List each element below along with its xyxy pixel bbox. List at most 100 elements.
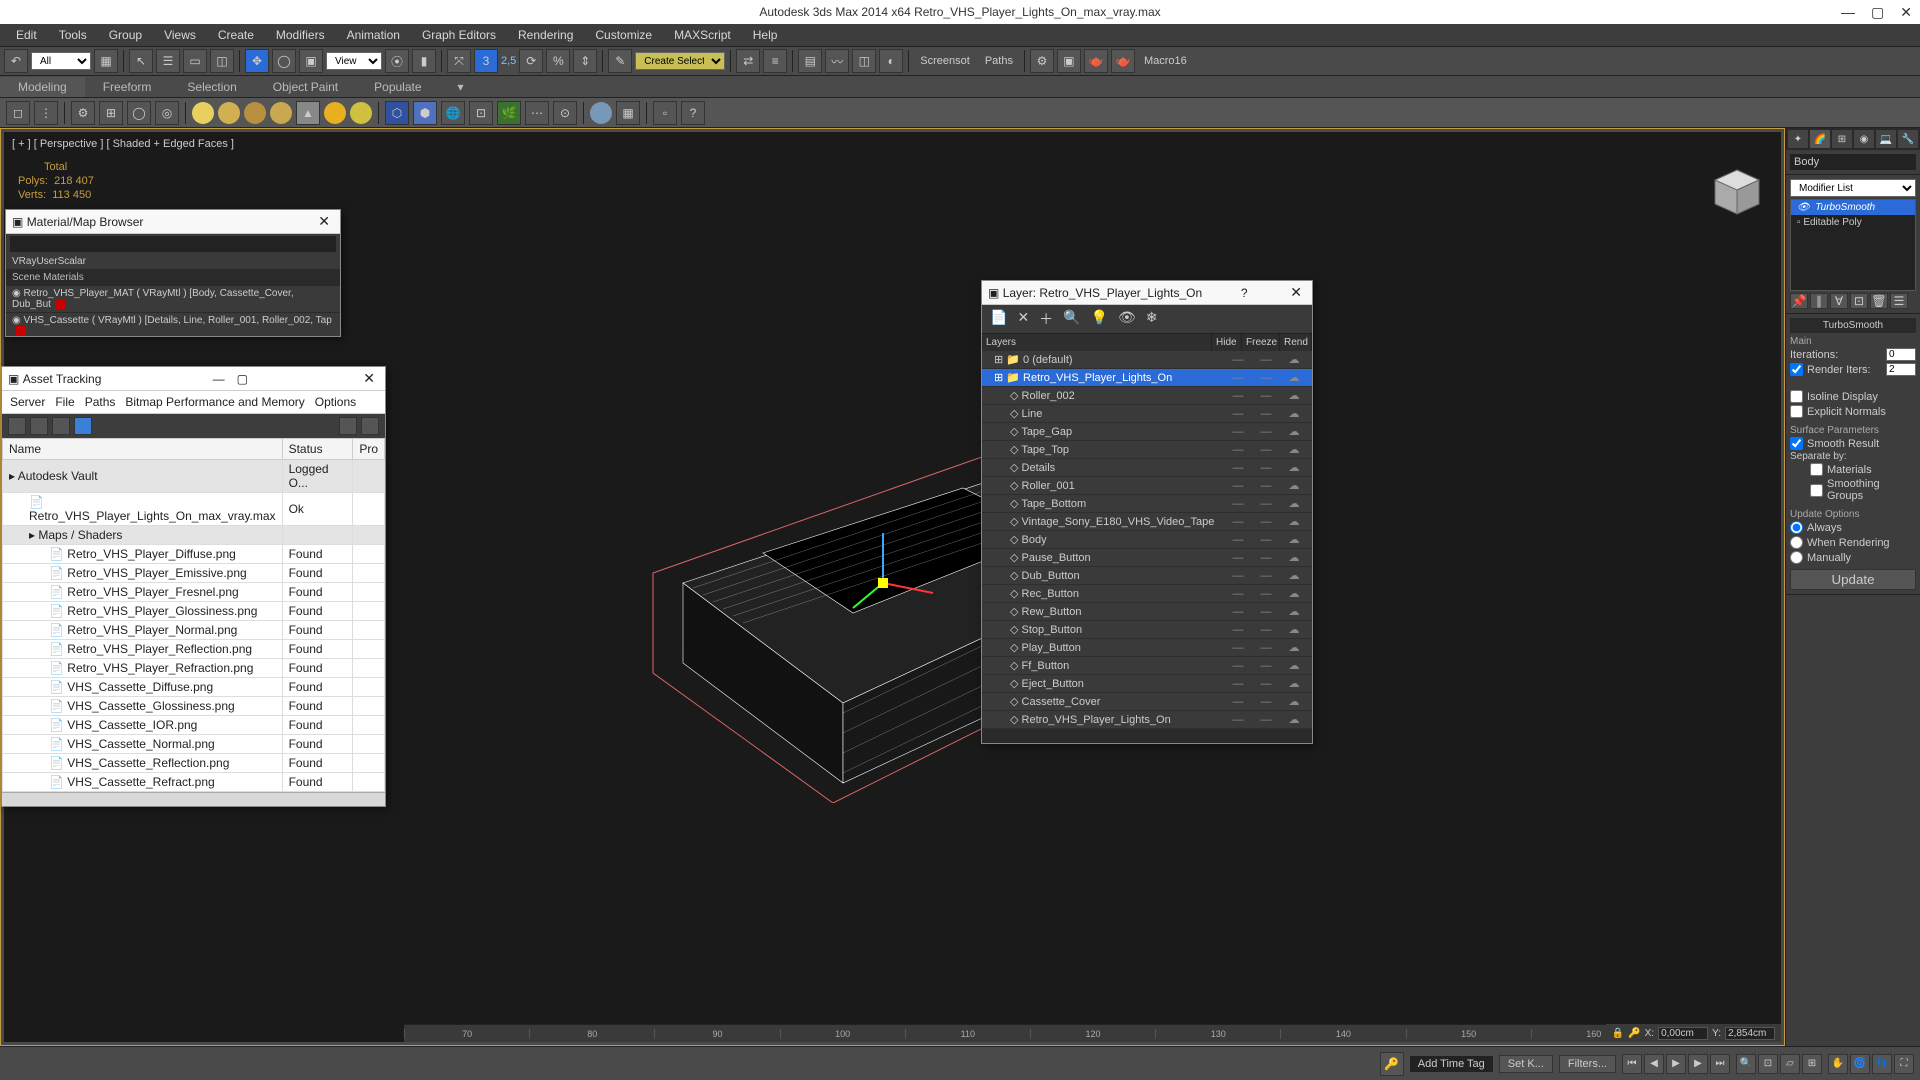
keymode-icon[interactable]: 🔑	[1628, 1028, 1640, 1039]
asset-menu-item[interactable]: Server	[10, 395, 45, 409]
tab-modify-icon[interactable]: 🌈	[1810, 130, 1830, 148]
close-icon[interactable]: ✕	[1900, 4, 1912, 21]
table-row[interactable]: 📄 Retro_VHS_Player_Glossiness.pngFound	[3, 602, 385, 621]
menu-help[interactable]: Help	[743, 26, 788, 44]
spinner-snap-icon[interactable]: ⇕	[573, 49, 597, 73]
coord-x-input[interactable]	[1658, 1027, 1708, 1040]
nav-max-icon[interactable]: ⛶	[1894, 1054, 1914, 1074]
autokey-icon[interactable]: 🔑	[1380, 1052, 1404, 1076]
show-end-icon[interactable]: ∀	[1830, 293, 1848, 309]
col-layers[interactable]: Layers	[982, 334, 1212, 351]
screenshot-button[interactable]: Screensot	[914, 55, 976, 67]
minimize-icon[interactable]: —	[207, 372, 231, 386]
window-cross-icon[interactable]: ◫	[210, 49, 234, 73]
ribbon-dropdown-icon[interactable]: ▾	[440, 77, 482, 97]
material-browser-panel[interactable]: ▣ Material/Map Browser ✕ VRayUserScalar …	[5, 209, 341, 337]
highlight-icon[interactable]: 💡	[1091, 309, 1108, 329]
menu-graph editors[interactable]: Graph Editors	[412, 26, 506, 44]
nav-fov-icon[interactable]: ▱	[1780, 1054, 1800, 1074]
table-row[interactable]: 📄 VHS_Cassette_Diffuse.pngFound	[3, 678, 385, 697]
selection-set-dropdown[interactable]: Create Selection S	[635, 52, 725, 70]
table-row[interactable]: 📄 Retro_VHS_Player_Emissive.pngFound	[3, 564, 385, 583]
add-time-tag[interactable]: Add Time Tag	[1410, 1056, 1493, 1072]
scrollbar[interactable]	[982, 729, 1312, 743]
coord-y-input[interactable]	[1725, 1027, 1775, 1040]
prev-frame-icon[interactable]: ◀	[1644, 1054, 1664, 1074]
select-icon[interactable]: ↖	[129, 49, 153, 73]
layer-row[interactable]: ◇ Stop_Button——☁	[982, 621, 1312, 639]
minimize-icon[interactable]: —	[1841, 4, 1855, 21]
menu-rendering[interactable]: Rendering	[508, 26, 583, 44]
paths-button[interactable]: Paths	[979, 55, 1019, 67]
stack-icon[interactable]: ∥	[1810, 293, 1828, 309]
col-name[interactable]: Name	[3, 439, 283, 460]
update-manual-radio[interactable]	[1790, 551, 1803, 564]
ribbon-object-paint[interactable]: Object Paint	[255, 77, 356, 97]
new-layer-icon[interactable]: 📄	[990, 309, 1007, 329]
at-refresh-icon[interactable]	[339, 417, 357, 435]
render-setup-icon[interactable]: ⚙	[1030, 49, 1054, 73]
layer-row[interactable]: ◇ Ff_Button——☁	[982, 657, 1312, 675]
at-btn-icon[interactable]	[30, 417, 48, 435]
table-row[interactable]: 📄 Retro_VHS_Player_Fresnel.pngFound	[3, 583, 385, 602]
constraint-icon[interactable]: ⊞	[99, 101, 123, 125]
smooth-result-checkbox[interactable]	[1790, 437, 1803, 450]
undo-icon[interactable]: ↶	[4, 49, 28, 73]
btn-icon[interactable]: ▮	[412, 49, 436, 73]
col-freeze[interactable]: Freeze	[1242, 334, 1280, 351]
layer-row[interactable]: ◇ Body——☁	[982, 531, 1312, 549]
ribbon-freeform[interactable]: Freeform	[85, 77, 170, 97]
col-status[interactable]: Status	[282, 439, 353, 460]
pivot-icon[interactable]: ⦿	[385, 49, 409, 73]
shape-torus-icon[interactable]	[270, 102, 292, 124]
layer-row[interactable]: ◇ Roller_002——☁	[982, 387, 1312, 405]
shape-cone-icon[interactable]: ▲	[296, 101, 320, 125]
menu-tools[interactable]: Tools	[49, 26, 97, 44]
modifier-icon[interactable]: ⚙	[71, 101, 95, 125]
layers-icon[interactable]: ▤	[798, 49, 822, 73]
asset-menu-item[interactable]: Paths	[85, 395, 116, 409]
list-item[interactable]: ◉ VHS_Cassette ( VRayMtl ) [Details, Lin…	[6, 313, 340, 336]
freeze-icon[interactable]: ❄	[1146, 309, 1158, 329]
layer-row[interactable]: ◇ Details——☁	[982, 459, 1312, 477]
menu-animation[interactable]: Animation	[337, 26, 410, 44]
layer-row[interactable]: ◇ Eject_Button——☁	[982, 675, 1312, 693]
menu-maxscript[interactable]: MAXScript	[664, 26, 741, 44]
asset-menu-item[interactable]: File	[55, 395, 74, 409]
search-input[interactable]	[10, 236, 336, 252]
nav-walk-icon[interactable]: 👣	[1872, 1054, 1892, 1074]
add-to-layer-icon[interactable]: ＋	[1039, 309, 1053, 329]
tab-display-icon[interactable]: 💻	[1876, 130, 1896, 148]
close-icon[interactable]: ✕	[1286, 284, 1306, 301]
render-icon[interactable]: 🫖	[1084, 49, 1108, 73]
ring-icon[interactable]: ◎	[155, 101, 179, 125]
table-row[interactable]: ▸ Autodesk VaultLogged O...	[3, 460, 385, 493]
layer-row[interactable]: ◇ Cassette_Cover——☁	[982, 693, 1312, 711]
refcoord-dropdown[interactable]: View	[326, 52, 382, 70]
modifier-list-dropdown[interactable]: Modifier List	[1790, 179, 1916, 197]
ribbon-selection[interactable]: Selection	[169, 77, 254, 97]
mirror-icon[interactable]: ⇄	[736, 49, 760, 73]
tool-a-icon[interactable]: ⬡	[385, 101, 409, 125]
layer-row[interactable]: ◇ Tape_Bottom——☁	[982, 495, 1312, 513]
maximize-icon[interactable]: ▢	[231, 372, 254, 386]
menu-group[interactable]: Group	[99, 26, 152, 44]
asset-menu-item[interactable]: Options	[315, 395, 356, 409]
table-row[interactable]: 📄 Retro_VHS_Player_Diffuse.pngFound	[3, 545, 385, 564]
render-frame-icon[interactable]: ▣	[1057, 49, 1081, 73]
table-row[interactable]: 📄 VHS_Cassette_Refract.pngFound	[3, 773, 385, 792]
edit-selset-icon[interactable]: ✎	[608, 49, 632, 73]
tool-f-icon[interactable]: ⊙	[553, 101, 577, 125]
at-settings-icon[interactable]	[361, 417, 379, 435]
hide-icon[interactable]: 👁	[1118, 309, 1136, 329]
percent-snap-icon[interactable]: %	[546, 49, 570, 73]
table-row[interactable]: 📄 VHS_Cassette_Normal.pngFound	[3, 735, 385, 754]
layer-row[interactable]: ◇ Line——☁	[982, 405, 1312, 423]
material-editor-icon[interactable]: ◐	[879, 49, 903, 73]
modifier-stack[interactable]: 👁 TurboSmooth ▫ Editable Poly	[1790, 199, 1916, 291]
snap-move-icon[interactable]: ⤧	[447, 49, 471, 73]
shape-sphere-icon[interactable]	[244, 102, 266, 124]
vertex-icon[interactable]: ⋮	[34, 101, 58, 125]
menu-edit[interactable]: Edit	[6, 26, 47, 44]
col-proxy[interactable]: Pro	[353, 439, 385, 460]
